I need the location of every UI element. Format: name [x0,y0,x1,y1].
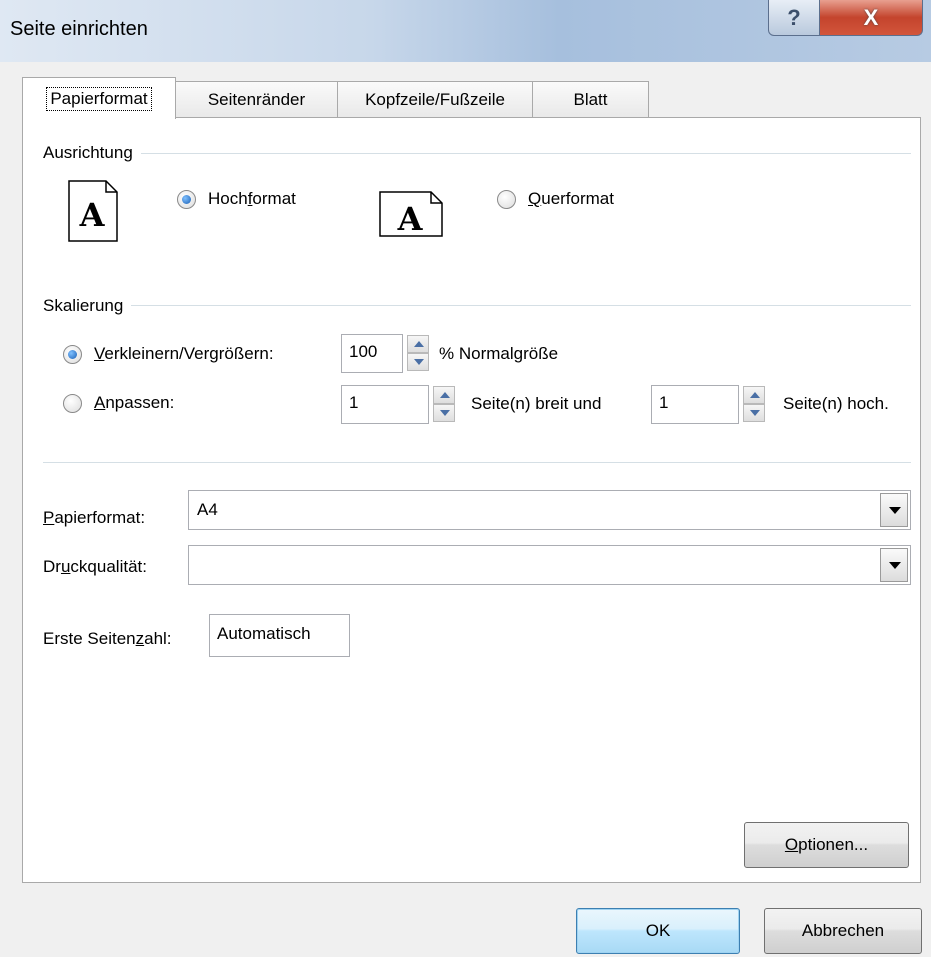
print-quality-label: Druckqualität: [43,557,147,576]
spin-up-icon[interactable] [433,386,455,404]
fit-wide-input[interactable]: 1 [341,385,429,424]
adjust-percent-input[interactable]: 100 [341,334,403,373]
fit-tall-suffix: Seite(n) hoch. [783,394,889,413]
svg-text:A: A [79,196,106,234]
tab-blatt-label: Blatt [573,89,608,109]
spin-down-icon[interactable] [743,404,765,422]
landscape-label[interactable]: Querformat [528,189,614,209]
tab-kopfzeile-label: Kopfzeile/Fußzeile [365,89,505,109]
paper-size-label: Papierformat: [43,508,146,527]
close-icon: X [863,4,879,30]
scaling-group-label: Skalierung [43,296,132,316]
chevron-down-icon[interactable] [880,548,908,582]
options-button[interactable]: Optionen... [744,822,909,868]
help-button[interactable]: ? [768,0,820,36]
first-page-input[interactable]: Automatisch [209,614,350,657]
print-quality-select[interactable] [188,545,911,585]
tab-papierformat-label: Papierformat [46,86,152,111]
adjust-percent-spinner[interactable] [407,335,429,372]
tab-panel: Ausrichtung A Hochformat A Querformat Sk… [22,117,921,883]
orientation-group-label: Ausrichtung [43,143,141,163]
adjust-label[interactable]: Verkleinern/Vergrößern: [94,344,274,364]
fit-tall-input[interactable]: 1 [651,385,739,424]
fit-label[interactable]: Anpassen: [94,393,174,413]
paper-size-value: A4 [197,500,218,519]
landscape-radio[interactable] [497,190,516,209]
options-button-label: Optionen... [784,835,869,854]
orientation-group-line [43,153,911,154]
spin-down-icon[interactable] [433,404,455,422]
landscape-page-icon: A [379,191,443,237]
section-separator [43,462,911,463]
first-page-label: Erste Seitenzahl: [43,629,172,648]
svg-text:A: A [397,200,424,237]
spin-up-icon[interactable] [407,335,429,353]
tab-blatt[interactable]: Blatt [532,81,649,117]
fit-radio[interactable] [63,394,82,413]
portrait-page-icon: A [68,180,118,242]
portrait-label[interactable]: Hochformat [208,189,296,209]
close-button[interactable]: X [819,0,923,36]
tab-seitenraender-label: Seitenränder [207,89,306,109]
portrait-radio[interactable] [177,190,196,209]
tab-papierformat[interactable]: Papierformat [22,77,176,119]
adjust-radio[interactable] [63,345,82,364]
fit-tall-spinner[interactable] [743,386,765,423]
title-bar: Seite einrichten ? X [0,0,931,62]
chevron-down-icon[interactable] [880,493,908,527]
tab-kopfzeile-fusszeile[interactable]: Kopfzeile/Fußzeile [337,81,533,117]
paper-size-select[interactable]: A4 [188,490,911,530]
spin-down-icon[interactable] [407,353,429,371]
adjust-percent-suffix: % Normalgröße [439,344,559,363]
spin-up-icon[interactable] [743,386,765,404]
cancel-button[interactable]: Abbrechen [764,908,922,954]
fit-wide-suffix: Seite(n) breit und [471,394,602,413]
window-title: Seite einrichten [10,18,148,40]
ok-button[interactable]: OK [576,908,740,954]
scaling-group-line [43,305,911,306]
tab-seitenraender[interactable]: Seitenränder [175,81,338,117]
help-icon: ? [787,4,801,30]
fit-wide-spinner[interactable] [433,386,455,423]
